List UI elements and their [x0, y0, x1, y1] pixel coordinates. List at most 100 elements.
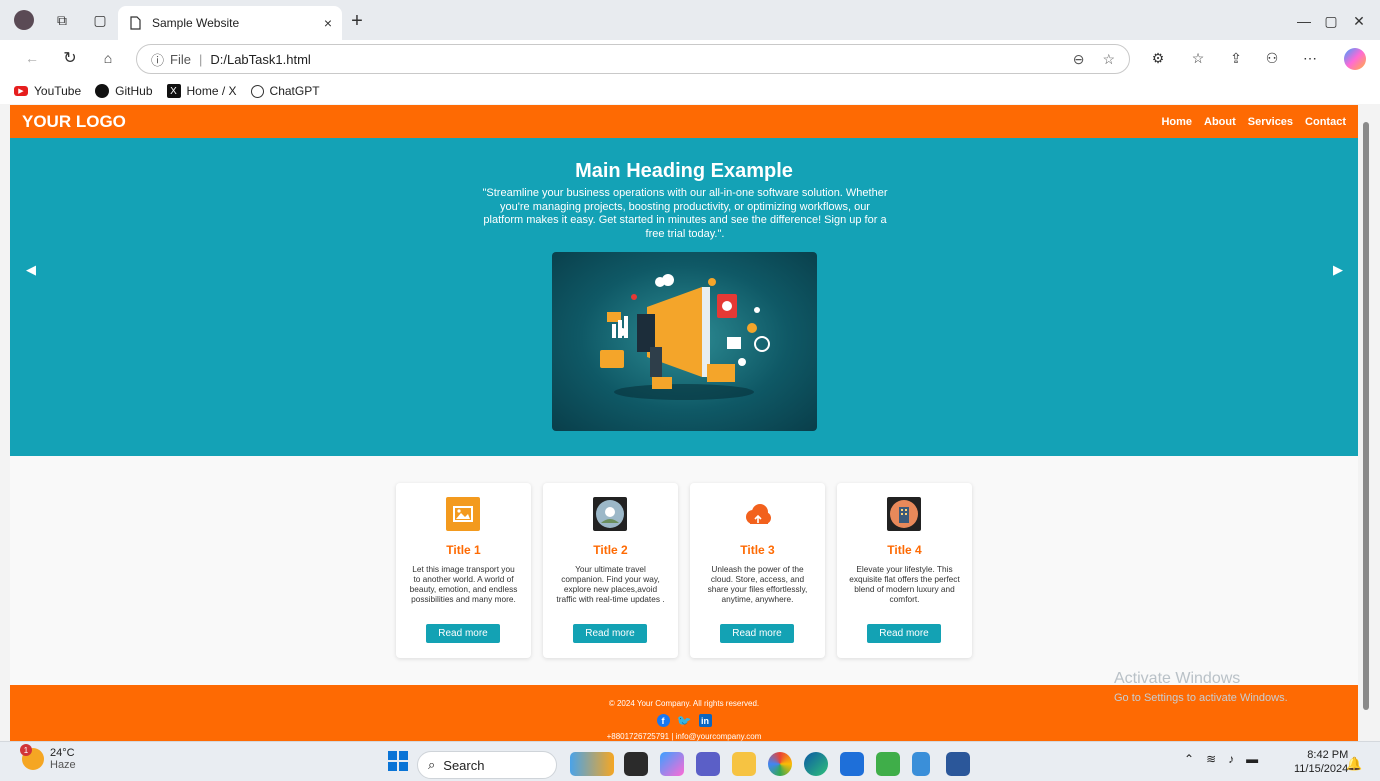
search-placeholder: Search: [443, 757, 485, 773]
weather-widget[interactable]: 1 24°C Haze: [20, 744, 76, 771]
bookmark-youtube[interactable]: ▶ YouTube: [14, 84, 81, 98]
workspaces-icon[interactable]: ⧉: [52, 10, 72, 30]
taskbar-search[interactable]: ⌕ Search: [417, 751, 557, 779]
refresh-icon[interactable]: ↻: [60, 48, 80, 68]
hero-heading: Main Heading Example: [575, 160, 793, 182]
address-separator: |: [198, 51, 203, 67]
close-window-button[interactable]: ✕: [1346, 8, 1372, 34]
new-tab-button[interactable]: +: [346, 10, 368, 32]
site-logo[interactable]: YOUR LOGO: [22, 112, 126, 132]
hero-image: [552, 252, 817, 431]
card-1: Title 1 Let this image transport you to …: [396, 483, 531, 658]
battery-icon[interactable]: ▬: [1246, 752, 1258, 766]
linkedin-icon[interactable]: in: [698, 714, 712, 727]
card-2: Title 2 Your ultimate travel companion. …: [543, 483, 678, 658]
image-icon: [446, 497, 480, 531]
wifi-icon[interactable]: ≋: [1206, 752, 1216, 766]
notification-badge: 1: [20, 744, 32, 756]
read-more-button[interactable]: Read more: [426, 624, 500, 643]
start-button[interactable]: [388, 751, 408, 771]
search-icon: ⌕: [428, 757, 436, 772]
store-icon[interactable]: [840, 752, 864, 776]
teams-icon[interactable]: [696, 752, 720, 776]
card-text: Elevate your lifestyle. This exquisite f…: [849, 564, 960, 604]
extensions-icon[interactable]: ⚙: [1148, 48, 1168, 68]
chrome-icon[interactable]: [768, 752, 792, 776]
facebook-icon[interactable]: f: [656, 714, 670, 727]
chatgpt-icon: [250, 84, 264, 98]
weather-temp: 24°C: [50, 747, 75, 759]
info-icon[interactable]: ⓘ: [151, 50, 164, 69]
nav-link-contact[interactable]: Contact: [1305, 116, 1346, 128]
cloud-upload-icon: [740, 497, 774, 531]
read-more-button[interactable]: Read more: [720, 624, 794, 643]
bookmarks-bar: ▶ YouTube GitHub X Home / X ChatGPT: [0, 78, 1380, 104]
zoom-icon[interactable]: ⊖: [1073, 51, 1085, 68]
activate-windows-watermark: Activate Windows Go to Settings to activ…: [1114, 670, 1288, 704]
card-title: Title 3: [740, 543, 775, 557]
share-icon[interactable]: ⇪: [1226, 48, 1246, 68]
word-icon[interactable]: [946, 752, 970, 776]
card-4: Title 4 Elevate your lifestyle. This exq…: [837, 483, 972, 658]
maximize-button[interactable]: ▢: [1318, 8, 1344, 34]
cards-section: Title 1 Let this image transport you to …: [396, 483, 996, 658]
tab-actions-icon[interactable]: ▢: [90, 10, 110, 30]
file-explorer-icon[interactable]: [732, 752, 756, 776]
scrollbar-thumb[interactable]: [1363, 122, 1369, 710]
edge-icon[interactable]: [804, 752, 828, 776]
tab-sample-website[interactable]: Sample Website ×: [118, 6, 342, 40]
nav-link-about[interactable]: About: [1204, 116, 1236, 128]
system-tray: ⌃ ≋ ♪ ▬: [1184, 752, 1258, 766]
address-url: D:/LabTask1.html: [210, 51, 311, 67]
card-text: Let this image transport you to another …: [409, 564, 518, 604]
site-navbar: YOUR LOGO Home About Services Contact: [10, 105, 1358, 138]
slider-next-button[interactable]: ▶: [1333, 262, 1343, 278]
nav-link-services[interactable]: Services: [1248, 116, 1293, 128]
copilot-icon[interactable]: [1344, 48, 1366, 70]
bookmark-x[interactable]: X Home / X: [166, 84, 237, 98]
footer-contact: +8801726725791 | info@yourcompany.com: [606, 732, 762, 741]
volume-icon[interactable]: ♪: [1228, 752, 1234, 766]
profile-share-icon[interactable]: ⚇: [1262, 48, 1282, 68]
widgets-icon[interactable]: [570, 752, 614, 776]
weather-icon: 1: [20, 744, 44, 770]
read-more-button[interactable]: Read more: [573, 624, 647, 643]
task-view-icon[interactable]: [624, 752, 648, 776]
clock-date: 11/15/2024: [1294, 763, 1349, 775]
page-icon: [128, 16, 142, 30]
copilot-app-icon[interactable]: [660, 752, 684, 776]
app-icon[interactable]: [876, 752, 900, 776]
card-title: Title 1: [446, 543, 481, 557]
favorites-icon[interactable]: ☆: [1188, 48, 1208, 68]
slider-prev-button[interactable]: ◀: [26, 262, 36, 278]
hero-slider: Main Heading Example "Streamline your bu…: [10, 138, 1358, 456]
taskbar: [0, 741, 1380, 781]
bookmark-github[interactable]: GitHub: [95, 84, 153, 98]
clock[interactable]: 8:42 PM 11/15/2024: [1294, 748, 1348, 776]
chevron-up-icon[interactable]: ⌃: [1184, 752, 1194, 766]
youtube-icon: ▶: [14, 86, 28, 96]
address-scheme: File: [170, 51, 191, 67]
card-title: Title 2: [593, 543, 628, 557]
tab-close-icon[interactable]: ×: [324, 15, 332, 31]
nav-link-home[interactable]: Home: [1161, 116, 1192, 128]
notifications-bell-icon[interactable]: 🔔: [1346, 756, 1362, 772]
card-text: Unleash the power of the cloud. Store, a…: [707, 564, 808, 604]
notepad-icon[interactable]: [912, 752, 930, 776]
profile-avatar[interactable]: [14, 10, 34, 30]
address-bar[interactable]: ⓘ File | D:/LabTask1.html ⊖ ☆: [136, 44, 1130, 74]
card-title: Title 4: [887, 543, 922, 557]
watermark-title: Activate Windows: [1114, 670, 1241, 687]
read-more-button[interactable]: Read more: [867, 624, 941, 643]
back-icon[interactable]: ←: [22, 48, 42, 68]
twitter-icon[interactable]: 🐦: [677, 714, 692, 728]
github-icon: [95, 84, 110, 98]
favorite-star-icon[interactable]: ☆: [1102, 51, 1115, 68]
home-icon[interactable]: ⌂: [98, 48, 118, 68]
tab-title: Sample Website: [152, 16, 240, 30]
building-icon: [887, 497, 921, 531]
bookmark-chatgpt[interactable]: ChatGPT: [250, 84, 320, 98]
map-pin-icon: [593, 497, 627, 531]
more-icon[interactable]: ⋯: [1300, 48, 1320, 68]
minimize-button[interactable]: —: [1291, 8, 1317, 34]
